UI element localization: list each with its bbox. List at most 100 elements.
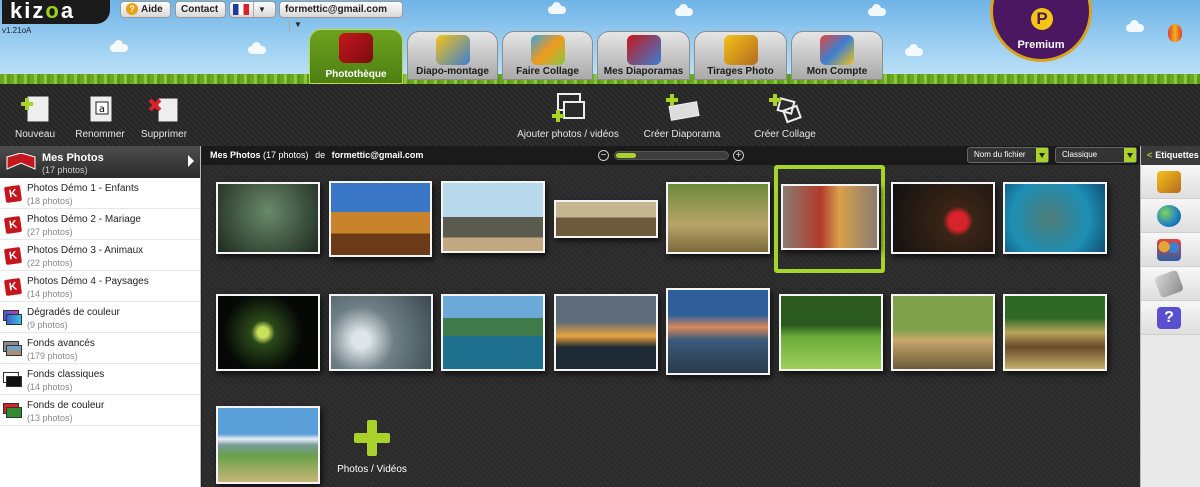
library-bar: Mes Photos (17 photos) de formettic@gmai… [202,146,1140,165]
album-title: Photos Démo 2 - Mariage [27,214,141,225]
cloud-decoration [1126,20,1144,32]
contact-button[interactable]: Contact [175,1,226,18]
tab-faire-collage[interactable]: Faire Collage [502,31,593,80]
sidebar-header-count: (17 photos) [42,165,88,175]
create-collage-button[interactable]: Créer Collage [748,92,822,140]
photo-thumbnail-elephants[interactable] [441,181,545,253]
album-count: (179 photos) [27,351,78,361]
photo-thumbnail-mountain-lake[interactable] [666,288,770,375]
tab-mes-diaporamas[interactable]: Mes Diaporamas [597,31,690,80]
photo-thumbnail-lions[interactable] [329,181,432,257]
french-flag-icon [233,3,249,15]
sidebar-item-demo-animaux[interactable]: K Photos Démo 3 - Animaux (22 photos) [0,240,200,271]
sidebar-item-mes-photos[interactable]: Mes Photos (17 photos) [0,146,200,178]
add-photos-videos-button[interactable]: Photos / Vidéos [324,412,420,487]
new-button[interactable]: Nouveau [12,92,58,140]
photo-thumbnail-grass-drops[interactable] [216,182,320,254]
album-title: Fonds classiques [27,369,105,380]
chevron-down-icon: ▼ [253,2,266,17]
photo-thumbnail-cheetah-family[interactable] [891,294,995,371]
tab-phototheque[interactable]: Photothèque [309,29,403,84]
photo-thumbnail-zebras[interactable] [779,294,883,371]
album-title: Fonds de couleur [27,400,105,411]
account-menu[interactable]: formettic@gmail.com ▼ [279,1,403,32]
sidebar-item-degrades[interactable]: Dégradés de couleur (9 photos) [0,302,200,333]
library-owner: formettic@gmail.com [331,150,424,160]
sidebar-item-fonds-avances[interactable]: Fonds avancés (179 photos) [0,333,200,364]
tab-label: Mon Compte [806,66,868,77]
sidebar-item-fonds-classiques[interactable]: Fonds classiques (14 photos) [0,364,200,395]
add-photos-button[interactable]: Ajouter photos / vidéos [513,92,623,140]
new-label: Nouveau [14,129,56,140]
tab-label: Mes Diaporamas [603,66,684,77]
photo-thumbnail-cheetah-cubs[interactable] [666,182,770,254]
library-count: (17 photos) [263,150,309,160]
kizoa-album-icon: K [3,277,23,297]
tags-title: Etiquettes [1155,150,1199,160]
photo-thumbnail-manatee[interactable] [1003,182,1107,254]
film-edit-icon [435,35,470,65]
tag-icon [1153,269,1185,299]
globe-button[interactable] [1141,199,1200,233]
photo-thumbnail-antelopes[interactable] [1003,294,1107,371]
help-button[interactable]: ? Aide [120,1,171,18]
sidebar-item-fonds-couleur[interactable]: Fonds de couleur (13 photos) [0,395,200,426]
account-email: formettic@gmail.com [285,4,387,15]
kizoa-album-icon: K [3,246,23,266]
album-sidebar: Mes Photos (17 photos) K Photos Démo 1 -… [0,146,201,487]
notebook-button[interactable] [1141,165,1200,199]
photo-thumbnail-maasai-woman[interactable] [781,184,879,250]
album-title: Fonds avancés [27,338,95,349]
tab-diapo-montage[interactable]: Diapo-montage [407,31,498,80]
sidebar-item-demo-mariage[interactable]: K Photos Démo 2 - Mariage (27 photos) [0,209,200,240]
color-stack-icon [3,403,23,419]
photo-thumbnail-herd[interactable] [554,200,658,238]
print-basket-icon [723,35,758,65]
sort-select[interactable]: Nom du fichier [967,147,1049,163]
people-button[interactable] [1141,233,1200,267]
sidebar-item-demo-paysages[interactable]: K Photos Démo 4 - Paysages (14 photos) [0,271,200,302]
photo-thumbnail-kilimanjaro[interactable] [216,406,320,484]
zoom-out-button[interactable]: − [598,150,609,161]
photo-thumbnail-sunset[interactable] [554,294,658,371]
tags-header[interactable]: < Etiquettes [1141,146,1200,165]
rename-button[interactable]: a Renommer [72,92,128,140]
photo-albums-icon [339,33,373,63]
photo-thumbnail-water-lilies[interactable] [329,294,433,371]
view-select[interactable]: Classique [1055,147,1137,163]
album-count: (9 photos) [27,320,68,330]
cloud-decoration [675,4,693,16]
tab-tirages-photo[interactable]: Tirages Photo [694,31,787,80]
create-slideshow-button[interactable]: Créer Diaporama [640,92,724,140]
notebook-icon [1157,171,1181,193]
album-count: (14 photos) [27,382,73,392]
plus-icon [354,420,390,456]
tab-label: Faire Collage [516,66,579,77]
album-count: (22 photos) [27,258,73,268]
kizoa-logo[interactable]: kizoa [2,0,110,24]
premium-p-icon: P [1031,8,1053,30]
background-stack-icon [3,341,23,357]
photo-thumbnail-hands-flower[interactable] [891,182,995,254]
users-icon [820,35,854,65]
rename-icon: a [89,95,113,123]
tag-button[interactable] [1141,267,1200,301]
sort-value: Nom du fichier [974,150,1026,159]
tab-mon-compte[interactable]: Mon Compte [791,31,883,80]
film-strip-icon [666,94,700,121]
photo-library: Mes Photos (17 photos) de formettic@gmai… [202,146,1140,487]
premium-badge[interactable]: P Premium [990,0,1092,62]
create-collage-label: Créer Collage [754,129,816,140]
delete-button[interactable]: Supprimer [138,92,190,140]
tab-label: Photothèque [325,69,387,80]
sidebar-item-demo-enfants[interactable]: K Photos Démo 1 - Enfants (18 photos) [0,178,200,209]
library-title: Mes Photos (17 photos) de formettic@gmai… [210,150,424,160]
zoom-in-button[interactable]: + [733,150,744,161]
photo-grid: Photos / Vidéos [202,165,1140,487]
zoom-slider[interactable] [614,151,729,160]
help-button-side[interactable]: ? [1141,301,1200,335]
header: kizoa v1.21oA ? Aide Contact ▼ formettic@… [0,0,1200,84]
language-select[interactable]: ▼ [229,1,276,18]
photo-thumbnail-fern-curl[interactable] [216,294,320,371]
photo-thumbnail-lotus-lake[interactable] [441,294,545,371]
